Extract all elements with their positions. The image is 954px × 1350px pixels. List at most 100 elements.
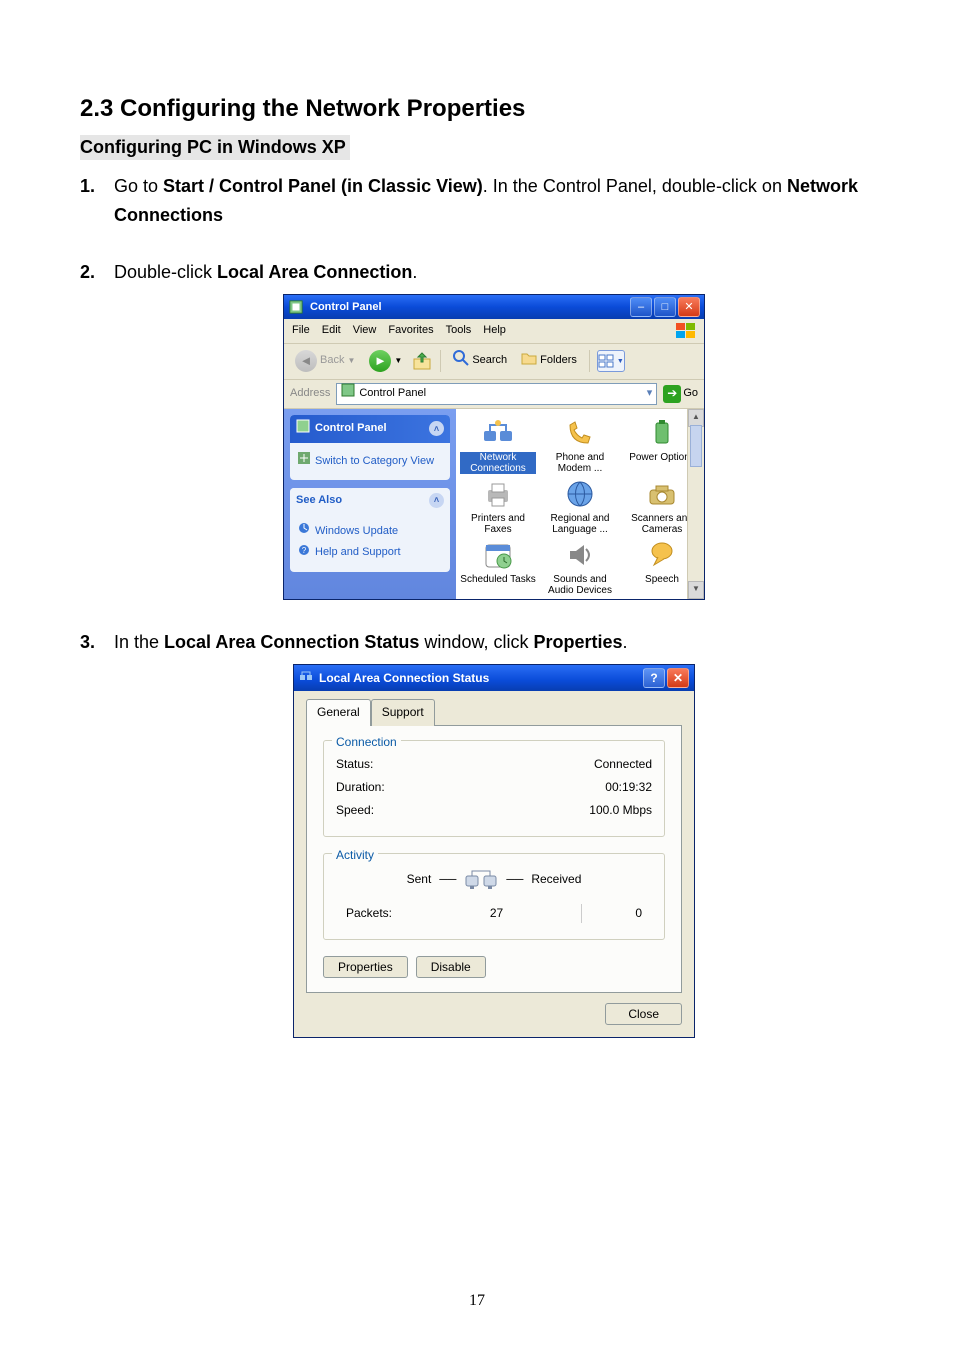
dialog-title: Local Area Connection Status <box>319 669 489 688</box>
cp-item-network-connections[interactable]: Network Connections <box>460 417 536 474</box>
chevron-down-icon[interactable]: ▾ <box>647 385 653 403</box>
disable-button[interactable]: Disable <box>416 956 486 978</box>
scanners-cameras-icon <box>646 478 678 510</box>
tab-support[interactable]: Support <box>371 699 435 725</box>
connection-legend: Connection <box>332 733 401 752</box>
packets-label: Packets: <box>346 904 392 923</box>
speed-value: 100.0 Mbps <box>589 801 652 820</box>
connection-group: Connection Status: Connected Duration: 0… <box>323 740 665 838</box>
views-button[interactable]: ▼ <box>597 350 625 372</box>
menu-help[interactable]: Help <box>483 322 506 340</box>
activity-dash: ── <box>506 870 523 889</box>
step-1: 1. Go to Start / Control Panel (in Class… <box>80 172 874 230</box>
cp-item-printers-faxes[interactable]: Printers and Faxes <box>460 478 536 535</box>
cp-item-scheduled-tasks[interactable]: Scheduled Tasks <box>460 539 536 596</box>
collapse-icon[interactable]: ˄ <box>429 421 444 436</box>
icon-area: Network Connections Phone and Modem ... <box>456 409 704 599</box>
cp-item-phone-modem[interactable]: Phone and Modem ... <box>542 417 618 474</box>
menu-file[interactable]: File <box>292 322 310 340</box>
network-connections-icon <box>482 417 514 449</box>
go-arrow-icon: ➔ <box>663 385 681 403</box>
help-support-link[interactable]: ? Help and Support <box>298 544 442 563</box>
search-button[interactable]: Search <box>448 348 512 375</box>
up-button[interactable] <box>411 350 433 372</box>
step-number: 1. <box>80 172 114 230</box>
properties-button[interactable]: Properties <box>323 956 408 978</box>
close-button[interactable]: ✕ <box>667 668 689 688</box>
activity-legend: Activity <box>332 846 378 865</box>
switch-view-icon <box>298 452 310 471</box>
tab-pane-general: Connection Status: Connected Duration: 0… <box>306 725 682 994</box>
chevron-down-icon: ▼ <box>394 355 402 368</box>
forward-arrow-icon: ► <box>369 350 391 372</box>
search-icon <box>453 350 469 373</box>
status-label: Status: <box>336 755 373 774</box>
close-dialog-button[interactable]: Close <box>605 1003 682 1025</box>
menu-view[interactable]: View <box>353 322 377 340</box>
menu-tools[interactable]: Tools <box>446 322 472 340</box>
subheading: Configuring PC in Windows XP <box>80 135 350 160</box>
received-label: Received <box>531 870 581 889</box>
step-2: 2. Double-click Local Area Connection. C… <box>80 258 874 600</box>
address-label: Address <box>290 385 330 403</box>
cp-item-regional-language[interactable]: Regional and Language ... <box>542 478 618 535</box>
packets-sent-value: 27 <box>412 904 582 923</box>
duration-value: 00:19:32 <box>605 778 652 797</box>
phone-modem-icon <box>564 417 596 449</box>
scrollbar[interactable]: ▲ ▼ <box>687 409 704 599</box>
titlebar[interactable]: Control Panel – □ ✕ <box>284 295 704 319</box>
control-panel-badge-icon <box>296 419 310 440</box>
help-button[interactable]: ? <box>643 668 665 688</box>
sent-label: Sent <box>407 870 432 889</box>
folders-button[interactable]: Folders <box>516 348 582 375</box>
sidebar-group-see-also: See Also ˄ Windows Update <box>290 488 450 572</box>
menu-favorites[interactable]: Favorites <box>388 322 433 340</box>
regional-icon <box>564 478 596 510</box>
maximize-button[interactable]: □ <box>654 297 676 317</box>
address-field[interactable]: Control Panel ▾ <box>336 383 657 405</box>
collapse-icon[interactable]: ˄ <box>429 493 444 508</box>
duration-label: Duration: <box>336 778 385 797</box>
packets-recv-value: 0 <box>602 904 642 923</box>
control-panel-window: Control Panel – □ ✕ File Edit View Favor <box>283 294 705 599</box>
windows-update-icon <box>298 522 310 541</box>
scroll-thumb[interactable] <box>690 425 702 467</box>
sounds-audio-icon <box>564 539 596 571</box>
activity-group: Activity Sent ── ── Received <box>323 853 665 940</box>
power-options-icon <box>646 417 678 449</box>
switch-category-view-link[interactable]: Switch to Category View <box>298 452 442 471</box>
folders-icon <box>521 350 537 373</box>
windows-update-link[interactable]: Windows Update <box>298 522 442 541</box>
forward-button[interactable]: ► ▼ <box>364 348 407 374</box>
activity-dash: ── <box>439 870 456 889</box>
address-bar: Address Control Panel ▾ ➔ Go <box>284 380 704 409</box>
section-title: 2.3 Configuring the Network Properties <box>80 95 874 123</box>
help-icon: ? <box>298 544 310 563</box>
status-value: Connected <box>594 755 652 774</box>
menu-edit[interactable]: Edit <box>322 322 341 340</box>
dialog-titlebar[interactable]: Local Area Connection Status ? ✕ <box>294 665 694 691</box>
step-number: 2. <box>80 258 114 600</box>
control-panel-icon <box>288 299 304 315</box>
tab-general[interactable]: General <box>306 699 371 725</box>
step-number: 3. <box>80 628 114 1039</box>
control-panel-small-icon <box>341 383 355 404</box>
network-status-icon <box>299 668 313 688</box>
back-button[interactable]: ◄ Back ▼ <box>290 348 360 374</box>
menu-bar: File Edit View Favorites Tools Help <box>284 319 704 344</box>
printers-icon <box>482 478 514 510</box>
lan-status-dialog: Local Area Connection Status ? ✕ General… <box>293 664 695 1038</box>
task-pane: Control Panel ˄ Switch to Ca <box>284 409 456 599</box>
close-button[interactable]: ✕ <box>678 297 700 317</box>
scroll-down-icon[interactable]: ▼ <box>688 581 704 599</box>
minimize-button[interactable]: – <box>630 297 652 317</box>
page-number: 17 <box>0 1292 954 1310</box>
svg-text:?: ? <box>302 546 307 555</box>
cp-item-sounds-audio[interactable]: Sounds and Audio Devices <box>542 539 618 596</box>
window-title: Control Panel <box>310 299 630 317</box>
speed-label: Speed: <box>336 801 374 820</box>
go-button[interactable]: ➔ Go <box>663 385 698 403</box>
back-arrow-icon: ◄ <box>295 350 317 372</box>
chevron-down-icon: ▼ <box>347 355 355 368</box>
scheduled-tasks-icon <box>482 539 514 571</box>
